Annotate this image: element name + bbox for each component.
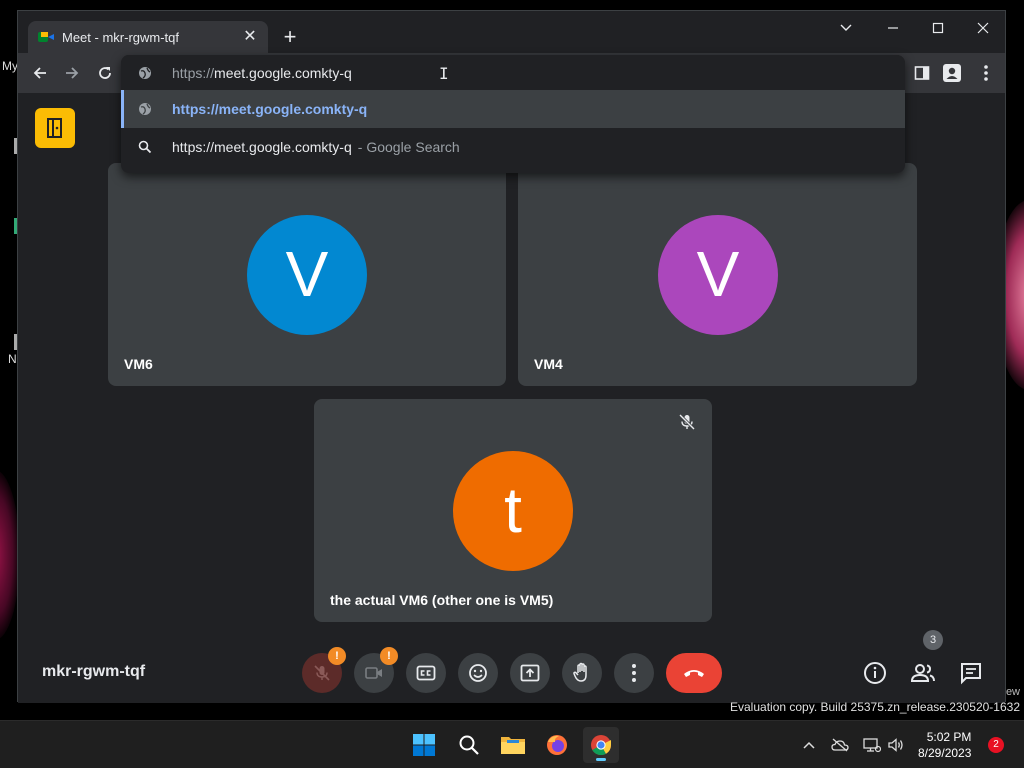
show-hidden-icons-chevron-icon[interactable] <box>799 735 819 755</box>
windows-logo-icon <box>413 734 435 756</box>
meeting-code: mkr-rgwm-tqf <box>42 663 146 680</box>
omnibox-suggestion-url[interactable]: https://meet.google.comkty-q <box>121 90 905 128</box>
watermark-partial: ew <box>1005 686 1020 698</box>
taskbar: 5:02 PM 8/29/2023 2 <box>0 720 1024 768</box>
participant-avatar: V <box>658 215 778 335</box>
reload-button[interactable] <box>93 61 117 85</box>
hang-up-icon <box>684 670 704 677</box>
desktop-icon-label-2[interactable]: N <box>8 352 17 366</box>
participant-tile[interactable]: t the actual VM6 (other one is VM5) <box>314 399 712 622</box>
active-app-indicator <box>596 758 606 761</box>
file-explorer-button[interactable] <box>495 727 531 763</box>
leave-call-button[interactable] <box>666 653 722 693</box>
participant-avatar: V <box>247 215 367 335</box>
folder-icon <box>501 737 525 754</box>
meeting-details-button[interactable] <box>860 658 890 688</box>
desktop-icon-label-1[interactable]: My <box>2 59 18 73</box>
present-icon <box>520 664 540 682</box>
chrome-menu-icon[interactable] <box>976 63 996 83</box>
forward-button[interactable] <box>60 61 84 85</box>
search-icon <box>138 140 152 154</box>
camera-toggle-button[interactable]: ! <box>354 647 398 693</box>
present-screen-button[interactable] <box>510 653 550 693</box>
meet-content: V VM6 V VM4 t the actual VM6 (other one … <box>18 93 1005 703</box>
info-icon <box>864 662 886 684</box>
address-bar[interactable]: https://meet.google.comkty-q I <box>121 55 905 90</box>
more-options-button[interactable] <box>614 653 654 693</box>
tab-close-icon[interactable]: ✕ <box>242 29 258 45</box>
maximize-button[interactable] <box>923 17 953 41</box>
tab-search-chevron-icon[interactable] <box>831 17 861 41</box>
start-button[interactable] <box>406 727 442 763</box>
people-button[interactable] <box>908 658 938 688</box>
globe-icon <box>139 103 151 115</box>
participant-tile[interactable]: V VM6 <box>108 163 506 386</box>
title-bar: Meet - mkr-rgwm-tqf ✕ + <box>18 11 1005 53</box>
camera-warning-badge: ! <box>380 647 398 665</box>
close-window-button[interactable] <box>968 17 998 41</box>
mic-off-icon <box>314 665 330 681</box>
participant-name: the actual VM6 (other one is VM5) <box>330 592 554 608</box>
chrome-window: Meet - mkr-rgwm-tqf ✕ + https://meet.goo… <box>17 10 1006 703</box>
more-vert-icon <box>632 664 636 682</box>
participant-name: VM6 <box>124 356 153 372</box>
omnibox-suggestion-search[interactable]: https://meet.google.comkty-q - Google Se… <box>121 128 905 166</box>
mic-toggle-button[interactable]: ! <box>302 647 346 693</box>
clock-time: 5:02 PM <box>926 730 972 744</box>
closed-captions-icon <box>416 665 436 681</box>
mic-warning-badge: ! <box>328 647 346 665</box>
clock-date: 8/29/2023 <box>918 746 972 760</box>
evaluation-watermark: Evaluation copy. Build 25375.zn_release.… <box>730 700 1020 714</box>
globe-icon <box>139 66 151 79</box>
chrome-taskbar-button[interactable] <box>583 727 619 763</box>
participant-tile[interactable]: V VM4 <box>518 163 917 386</box>
tab-title: Meet - mkr-rgwm-tqf <box>62 29 179 45</box>
firefox-button[interactable] <box>539 727 575 763</box>
raise-hand-button[interactable] <box>562 653 602 693</box>
people-icon <box>910 664 935 682</box>
participant-avatar: t <box>453 451 573 571</box>
captions-button[interactable] <box>406 653 446 693</box>
notification-badge[interactable]: 2 <box>988 737 1004 753</box>
text-cursor-icon: I <box>439 64 449 83</box>
suggestion-url-text: https://meet.google.comkty-q <box>172 101 368 117</box>
google-meet-favicon-icon <box>38 30 54 44</box>
reactions-button[interactable] <box>458 653 498 693</box>
chrome-icon <box>591 735 612 756</box>
tab-meet[interactable]: Meet - mkr-rgwm-tqf ✕ <box>28 21 268 53</box>
chat-icon <box>961 663 981 685</box>
muted-mic-icon <box>678 413 696 431</box>
back-button[interactable] <box>28 61 52 85</box>
people-count-badge: 3 <box>923 630 943 650</box>
suggestion-search-suffix: - Google Search <box>357 139 460 155</box>
address-bar-text[interactable]: https://meet.google.comkty-q <box>172 65 352 81</box>
chat-button[interactable] <box>956 658 986 688</box>
hand-icon <box>573 662 587 682</box>
taskbar-search-button[interactable] <box>451 727 487 763</box>
new-tab-button[interactable]: + <box>278 25 302 49</box>
emoji-icon <box>469 664 487 682</box>
onedrive-icon[interactable] <box>830 735 850 755</box>
meet-door-icon[interactable] <box>35 108 75 148</box>
side-panel-icon[interactable] <box>912 63 932 83</box>
participant-name: VM4 <box>534 356 563 372</box>
minimize-button[interactable] <box>878 17 908 41</box>
search-icon <box>459 735 479 755</box>
profile-avatar-icon[interactable] <box>942 63 962 83</box>
suggestion-search-text: https://meet.google.comkty-q <box>172 139 352 155</box>
camera-off-icon <box>365 667 382 679</box>
firefox-icon <box>547 735 567 755</box>
taskbar-clock[interactable]: 5:02 PM 8/29/2023 <box>918 729 971 761</box>
volume-icon[interactable] <box>886 735 906 755</box>
omnibox-dropdown: https://meet.google.comkty-q I https://m… <box>121 55 905 173</box>
network-icon[interactable] <box>862 735 882 755</box>
